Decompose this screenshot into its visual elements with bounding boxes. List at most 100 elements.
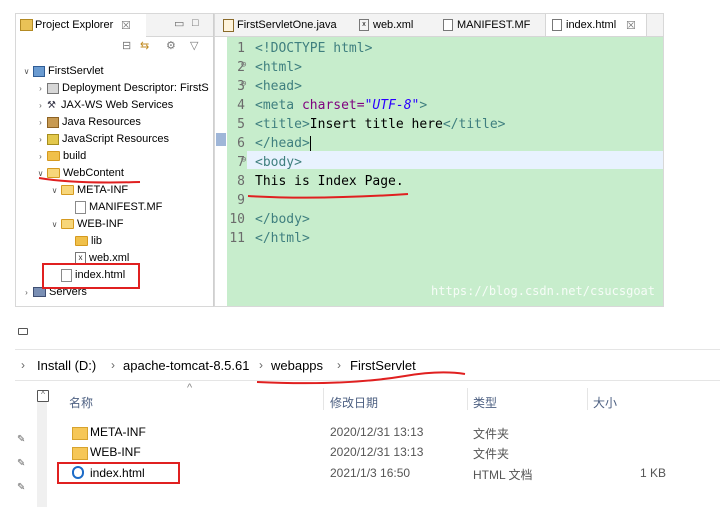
close-icon[interactable]: ☒ bbox=[626, 19, 636, 32]
line-number: 4 bbox=[237, 98, 245, 113]
tree-item-javascript-resources[interactable]: › JavaScript Resources bbox=[36, 131, 169, 148]
tab-manifest-mf[interactable]: MANIFEST.MF bbox=[439, 14, 539, 36]
tree-item-label: WEB-INF bbox=[77, 218, 124, 230]
tag-token: </title> bbox=[442, 117, 506, 132]
tag-token: <html> bbox=[255, 60, 302, 75]
fold-icon[interactable]: ⊖ bbox=[241, 155, 246, 165]
pin-icon[interactable]: ✎ bbox=[17, 482, 25, 493]
breadcrumb-item-install-d[interactable]: Install (D:) bbox=[37, 358, 96, 373]
line-number: 11 bbox=[229, 231, 245, 246]
web-services-icon: ⚒ bbox=[47, 100, 56, 111]
project-explorer-tabbar: Project Explorer ☒ ▭ □ bbox=[16, 14, 213, 37]
pin-icon[interactable]: ✎ bbox=[17, 458, 25, 469]
project-explorer-tab[interactable]: Project Explorer ☒ bbox=[16, 14, 146, 37]
column-divider[interactable] bbox=[467, 388, 468, 410]
folder-open-icon bbox=[61, 219, 74, 229]
tree-item-jax-ws[interactable]: › ⚒ JAX-WS Web Services bbox=[36, 97, 173, 114]
file-row-web-inf[interactable]: WEB-INF 2020/12/31 13:13 文件夹 bbox=[55, 442, 695, 462]
file-row-meta-inf[interactable]: META-INF 2020/12/31 13:13 文件夹 bbox=[55, 422, 695, 442]
link-editor-icon[interactable]: ⇆ bbox=[140, 39, 149, 52]
editor-gutter bbox=[215, 37, 227, 306]
text-cursor bbox=[309, 136, 311, 151]
project-explorer-icon bbox=[20, 19, 33, 31]
tab-label: FirstServletOne.java bbox=[237, 19, 337, 31]
fold-icon[interactable]: ⊖ bbox=[241, 79, 246, 89]
column-header-type[interactable]: 类型 bbox=[473, 394, 497, 411]
code-editor-panel: FirstServletOne.java x web.xml MANIFEST.… bbox=[214, 13, 664, 307]
tag-token: </body> bbox=[255, 212, 310, 227]
file-type: 文件夹 bbox=[473, 427, 510, 441]
breadcrumb-separator: › bbox=[111, 358, 115, 372]
code-line-4: <meta charset="UTF-8"> bbox=[255, 98, 427, 113]
tree-item-firstservlet[interactable]: ∨ FirstServlet bbox=[22, 63, 104, 80]
tree-item-label: lib bbox=[91, 235, 103, 247]
expand-icon[interactable]: ∨ bbox=[50, 216, 59, 233]
folder-icon bbox=[75, 236, 88, 246]
tab-label: web.xml bbox=[373, 19, 414, 31]
red-underline-body-text bbox=[247, 193, 409, 199]
code-line-6: </head> bbox=[255, 136, 311, 151]
column-header-name[interactable]: 名称 bbox=[69, 394, 93, 411]
tab-web-xml[interactable]: x web.xml bbox=[355, 14, 435, 36]
file-modified: 2020/12/31 13:13 bbox=[330, 445, 424, 459]
java-resources-icon bbox=[47, 117, 59, 128]
tree-item-label: Deployment Descriptor: FirstS bbox=[62, 82, 209, 94]
expand-icon[interactable]: ∨ bbox=[22, 63, 31, 80]
expand-icon[interactable]: › bbox=[36, 97, 45, 114]
editor-tabbar: FirstServletOne.java x web.xml MANIFEST.… bbox=[215, 14, 663, 37]
expand-icon[interactable]: › bbox=[36, 131, 45, 148]
tree-item-label: JAX-WS Web Services bbox=[61, 99, 174, 111]
tree-item-label: Java Resources bbox=[62, 116, 141, 128]
tab-index-html[interactable]: index.html ☒ bbox=[545, 14, 647, 36]
attr-value-token: "UTF-8" bbox=[364, 98, 420, 113]
scrollbar[interactable] bbox=[37, 402, 47, 507]
focus-icon[interactable]: ⚙ bbox=[166, 39, 176, 52]
expand-icon[interactable]: › bbox=[36, 148, 45, 165]
tree-item-label: build bbox=[63, 150, 87, 162]
expand-icon[interactable]: › bbox=[22, 284, 31, 301]
code-line-2: <html> bbox=[255, 60, 302, 75]
project-icon bbox=[33, 66, 45, 77]
tag-token: <body> bbox=[255, 155, 302, 170]
file-icon bbox=[443, 19, 453, 31]
expand-icon[interactable]: › bbox=[36, 80, 45, 97]
tag-token: <title> bbox=[255, 117, 310, 132]
collapse-all-icon[interactable]: ⊟ bbox=[122, 39, 131, 52]
watermark: https://blog.csdn.net/csucsgoat bbox=[431, 284, 655, 298]
doctype-token: <!DOCTYPE html> bbox=[255, 41, 373, 56]
column-divider[interactable] bbox=[323, 388, 324, 410]
close-icon[interactable]: ☒ bbox=[121, 19, 131, 32]
quick-access-pane: ✎ ✎ ✎ bbox=[15, 380, 33, 507]
tree-item-web-inf[interactable]: ∨ WEB-INF bbox=[50, 216, 124, 233]
expand-icon[interactable]: › bbox=[36, 114, 45, 131]
file-name: META-INF bbox=[90, 425, 146, 439]
column-header-modified[interactable]: 修改日期 bbox=[330, 394, 378, 411]
tree-item-manifest[interactable]: MANIFEST.MF bbox=[64, 199, 162, 216]
tab-label: MANIFEST.MF bbox=[457, 19, 531, 31]
file-icon bbox=[75, 201, 86, 214]
code-line-7: <body> bbox=[255, 155, 302, 170]
maximize-icon[interactable]: □ bbox=[192, 17, 199, 29]
tag-token: <meta bbox=[255, 98, 295, 113]
line-numbers: 1 2 3 4 5 6 7 8 9 10 11 bbox=[227, 37, 247, 306]
tree-item-build[interactable]: › build bbox=[36, 148, 86, 165]
tab-firstservletone-java[interactable]: FirstServletOne.java bbox=[219, 14, 345, 36]
tree-item-java-resources[interactable]: › Java Resources bbox=[36, 114, 141, 131]
pin-icon[interactable]: ✎ bbox=[17, 434, 25, 445]
tree-item-lib[interactable]: lib bbox=[64, 233, 102, 250]
minimize-icon[interactable]: ▭ bbox=[174, 17, 184, 30]
scroll-up-icon[interactable]: ^ bbox=[37, 390, 49, 402]
tag-token: <head> bbox=[255, 79, 302, 94]
breadcrumb-item-apache-tomcat[interactable]: apache-tomcat-8.5.61 bbox=[123, 358, 249, 373]
explorer-pin-icon[interactable] bbox=[18, 328, 30, 336]
column-divider[interactable] bbox=[587, 388, 588, 410]
code-area[interactable]: ⊖ ⊖ ⊖ <!DOCTYPE html> <html> <head> <met… bbox=[241, 37, 663, 306]
line-number: 8 bbox=[237, 174, 245, 189]
tree-item-deployment-descriptor[interactable]: › Deployment Descriptor: FirstS bbox=[36, 80, 209, 97]
view-menu-icon[interactable]: ▽ bbox=[190, 39, 198, 52]
line-number: 10 bbox=[229, 212, 245, 227]
tag-token: </html> bbox=[255, 231, 310, 246]
code-line-1: <!DOCTYPE html> bbox=[255, 41, 372, 56]
fold-icon[interactable]: ⊖ bbox=[241, 60, 246, 70]
column-header-size[interactable]: 大小 bbox=[593, 394, 617, 411]
